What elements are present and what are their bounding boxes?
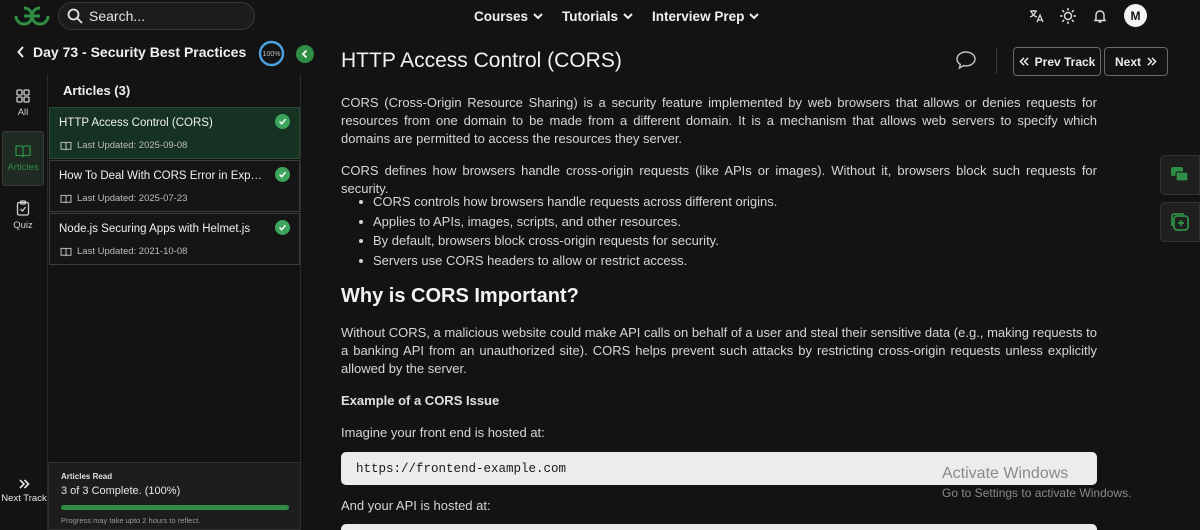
list-item: Servers use CORS headers to allow or res… bbox=[357, 251, 777, 271]
top-icons bbox=[1024, 4, 1112, 28]
clipboard-icon bbox=[16, 200, 30, 216]
chevron-down-icon bbox=[623, 13, 633, 20]
paragraph: And your API is hosted at: bbox=[341, 498, 491, 513]
article-item-cors[interactable]: HTTP Access Control (CORS) Last Updated:… bbox=[49, 107, 300, 159]
section-heading: Why is CORS Important? bbox=[341, 285, 579, 307]
comment-icon[interactable] bbox=[955, 50, 977, 75]
search-input[interactable] bbox=[89, 8, 239, 24]
articles-read-count: 3 of 3 Complete. (100%) bbox=[61, 485, 181, 497]
paragraph: Without CORS, a malicious website could … bbox=[341, 325, 1097, 376]
next-track-button[interactable]: Next Track bbox=[0, 478, 48, 504]
page-title: HTTP Access Control (CORS) bbox=[341, 49, 622, 72]
windows-activation-watermark: Activate Windows Go to Settings to activ… bbox=[942, 465, 1132, 500]
completed-check-icon bbox=[275, 220, 290, 235]
divider bbox=[996, 48, 997, 74]
list-item: Applies to APIs, images, scripts, and ot… bbox=[357, 212, 777, 232]
progress-fill bbox=[61, 505, 289, 510]
bullet-list: CORS controls how browsers handle reques… bbox=[357, 192, 777, 270]
grid-icon bbox=[16, 89, 30, 103]
articles-read-progress-bar bbox=[61, 505, 289, 510]
gfg-logo-icon[interactable] bbox=[12, 3, 52, 29]
subheading: Example of a CORS Issue bbox=[341, 393, 500, 408]
chat-float-button[interactable] bbox=[1160, 155, 1200, 195]
menu-tutorials[interactable]: Tutorials bbox=[562, 9, 634, 24]
double-chevron-left-icon bbox=[1018, 57, 1029, 66]
chevron-down-icon bbox=[533, 13, 543, 20]
book-icon bbox=[60, 247, 72, 256]
code-block[interactable] bbox=[341, 524, 1097, 530]
articles-heading: Articles (3) bbox=[63, 83, 131, 98]
rail-quiz[interactable]: Quiz bbox=[2, 188, 44, 243]
notification-bell-icon[interactable] bbox=[1088, 4, 1112, 28]
article-item-helmet[interactable]: Node.js Securing Apps with Helmet.js Las… bbox=[49, 213, 300, 265]
completed-check-icon bbox=[275, 167, 290, 182]
back-chevron-icon bbox=[17, 46, 24, 58]
avatar[interactable]: M bbox=[1124, 4, 1147, 27]
article-main: HTTP Access Control (CORS) Prev Track Ne… bbox=[302, 32, 1200, 530]
book-icon bbox=[15, 145, 31, 158]
menu-interview-prep[interactable]: Interview Prep bbox=[652, 9, 760, 24]
translate-icon[interactable] bbox=[1024, 4, 1048, 28]
chevron-down-icon bbox=[749, 13, 760, 20]
list-item: CORS controls how browsers handle reques… bbox=[357, 192, 777, 212]
add-note-icon bbox=[1171, 213, 1189, 231]
search-box[interactable] bbox=[58, 2, 255, 30]
rail-articles[interactable]: Articles bbox=[2, 131, 44, 186]
main-menu: Courses Tutorials Interview Prep bbox=[474, 0, 760, 32]
track-progress-label: 100% bbox=[263, 51, 281, 58]
list-item: By default, browsers block cross-origin … bbox=[357, 231, 777, 251]
left-rail: All Articles Quiz Next Track bbox=[0, 74, 48, 530]
article-item-cors-express[interactable]: How To Deal With CORS Error in Express N… bbox=[49, 160, 300, 212]
paragraph: CORS (Cross-Origin Resource Sharing) is … bbox=[341, 95, 1097, 146]
search-icon bbox=[67, 8, 83, 24]
top-navbar: Courses Tutorials Interview Prep M bbox=[0, 0, 1200, 32]
track-title[interactable]: Day 73 - Security Best Practices bbox=[17, 44, 246, 60]
chat-icon bbox=[1171, 167, 1189, 182]
book-icon bbox=[60, 141, 72, 150]
menu-courses[interactable]: Courses bbox=[474, 9, 544, 24]
theme-toggle-icon[interactable] bbox=[1056, 4, 1080, 28]
rail-all[interactable]: All bbox=[2, 76, 44, 131]
double-chevron-right-icon bbox=[1147, 57, 1157, 66]
book-icon bbox=[60, 194, 72, 203]
next-button[interactable]: Next bbox=[1104, 47, 1168, 76]
articles-read-box: Articles Read 3 of 3 Complete. (100%) Pr… bbox=[48, 462, 301, 530]
add-note-float-button[interactable] bbox=[1160, 202, 1200, 242]
paragraph: Imagine your front end is hosted at: bbox=[341, 425, 545, 440]
double-chevron-right-icon bbox=[19, 479, 30, 489]
prev-track-button[interactable]: Prev Track bbox=[1013, 47, 1101, 76]
track-progress-ring: 100% bbox=[258, 40, 285, 67]
completed-check-icon bbox=[275, 114, 290, 129]
